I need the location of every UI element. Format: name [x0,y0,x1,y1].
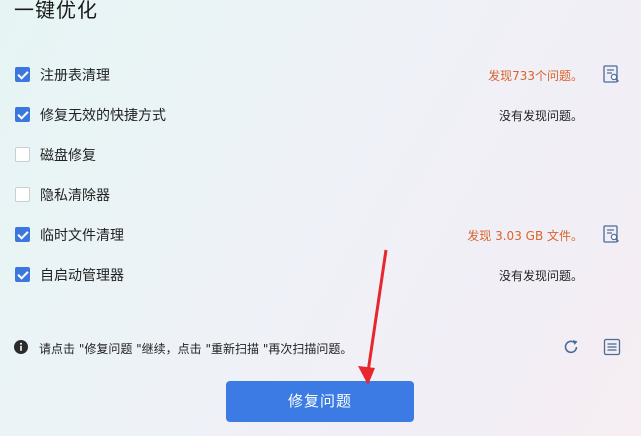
item-label: 注册表清理 [40,68,110,84]
page-title: 一键优化 [14,0,98,22]
list-item-startup-manager: 自启动管理器 没有发现问题。 [0,255,641,295]
item-label: 临时文件清理 [40,228,124,244]
list-icon[interactable] [603,338,621,356]
detail-report-icon[interactable] [603,225,620,244]
item-status: 发现 3.03 GB 文件。 [467,229,583,243]
item-status: 没有发现问题。 [498,269,583,283]
registry-clean-checkbox[interactable] [15,67,30,82]
item-status: 没有发现问题。 [498,109,583,123]
list-item-shortcut-fix: 修复无效的快捷方式 没有发现问题。 [0,95,641,135]
detail-report-icon[interactable] [603,65,620,84]
startup-manager-checkbox[interactable] [15,267,30,282]
info-icon [14,340,28,354]
shortcut-fix-checkbox[interactable] [15,107,30,122]
list-item-privacy-cleaner: 隐私清除器 [0,175,641,215]
footer-note-text: 请点击 "修复问题 "继续，点击 "重新扫描 "再次扫描问题。 [39,342,353,356]
list-item-registry-clean: 注册表清理 发现733个问题。 [0,55,641,95]
item-label: 自启动管理器 [40,268,124,284]
temp-files-checkbox[interactable] [15,227,30,242]
disk-repair-checkbox[interactable] [15,147,30,162]
refresh-icon[interactable] [562,338,580,356]
item-status: 发现733个问题。 [488,69,583,83]
list-item-temp-files: 临时文件清理 发现 3.03 GB 文件。 [0,215,641,255]
privacy-cleaner-checkbox[interactable] [15,187,30,202]
fix-issues-button[interactable]: 修复问题 [226,381,414,422]
item-label: 隐私清除器 [40,188,110,204]
item-label: 修复无效的快捷方式 [40,108,166,124]
item-label: 磁盘修复 [40,148,96,164]
list-item-disk-repair: 磁盘修复 [0,135,641,175]
